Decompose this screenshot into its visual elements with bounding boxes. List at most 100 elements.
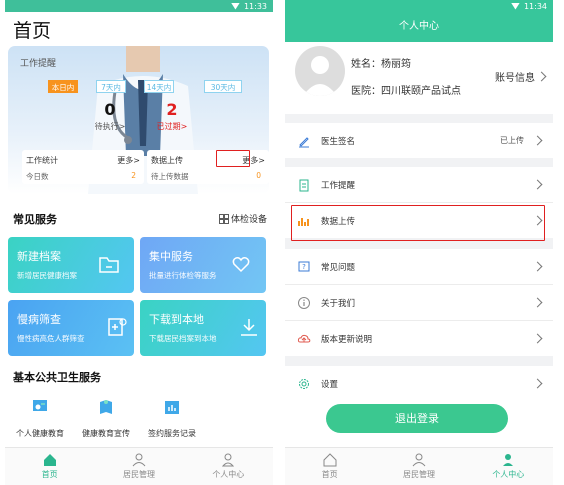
- status-time: 11:33: [243, 1, 267, 11]
- avatar-placeholder-icon: [303, 56, 337, 96]
- range-today-tab[interactable]: 本日内: [48, 80, 78, 93]
- menu-doctor-signature[interactable]: 医生签名 已上传: [285, 123, 553, 158]
- home-icon: [43, 454, 56, 466]
- new-record-tile[interactable]: 新建档案 新增居民健康档案: [8, 237, 134, 293]
- menu-label: 常见问题: [321, 262, 356, 273]
- menu-faq[interactable]: ? 常见问题: [285, 249, 553, 284]
- menu-about-us[interactable]: 关于我们: [285, 285, 553, 320]
- wifi-icon: [510, 2, 520, 10]
- clipboard-icon: [299, 179, 309, 191]
- avatar[interactable]: [295, 46, 345, 96]
- menu-label: 版本更新说明: [321, 334, 373, 345]
- account-info-label: 账号信息: [495, 73, 535, 84]
- pending-link[interactable]: 待执行>: [85, 121, 135, 132]
- home-screen: 11:33 首页 工作提醒 本日内 7天内 14天内 30天内 0 2 待执行>…: [5, 0, 273, 485]
- tile-subtitle: 新增居民健康档案: [17, 271, 77, 280]
- data-upload-value: 0: [256, 171, 261, 180]
- menu-label: 医生签名: [321, 136, 356, 147]
- public-health-title: 基本公共卫生服务: [13, 371, 101, 384]
- logout-button[interactable]: 退出登录: [326, 404, 508, 433]
- signing-record-item[interactable]: 签约服务记录: [137, 398, 207, 439]
- health-education-item[interactable]: 个人健康教育: [5, 398, 75, 439]
- chart-calendar-icon: [165, 401, 179, 414]
- status-bar: 11:33: [5, 0, 273, 12]
- chevron-right-icon: [532, 261, 543, 272]
- item-label: 个人健康教育: [16, 429, 64, 438]
- tab-profile[interactable]: 个人中心: [184, 448, 273, 485]
- tab-residents[interactable]: 居民管理: [374, 448, 463, 485]
- book-icon: [100, 400, 112, 414]
- tile-title: 慢病筛查: [17, 313, 61, 326]
- tab-home[interactable]: 首页: [285, 448, 374, 485]
- tab-label: 首页: [41, 470, 58, 479]
- range-7days-tab[interactable]: 7天内: [96, 80, 126, 93]
- tab-profile[interactable]: 个人中心: [464, 448, 553, 485]
- highlight-box: [291, 205, 545, 241]
- account-info-link[interactable]: 账号信息: [495, 69, 547, 84]
- status-bar: 11:34: [285, 0, 553, 12]
- data-upload-card: 数据上传 更多> 待上传数据 0: [147, 150, 269, 184]
- chevron-right-icon: [532, 378, 543, 389]
- download-icon: [241, 319, 257, 336]
- page-title: 首页: [13, 20, 52, 42]
- faq-icon: ?: [298, 261, 310, 271]
- svg-text:?: ?: [302, 263, 306, 271]
- menu-work-reminder[interactable]: 工作提醒: [285, 167, 553, 202]
- menu-label: 设置: [321, 379, 339, 390]
- range-14days-tab[interactable]: 14天内: [144, 80, 174, 93]
- tab-residents[interactable]: 居民管理: [94, 448, 183, 485]
- tile-title: 新建档案: [17, 250, 61, 263]
- cloud-icon: [297, 334, 311, 342]
- hospital-name: 医院：四川联颐产品试点: [351, 86, 461, 97]
- item-label: 健康教育宣传: [82, 429, 130, 438]
- work-stats-value: 2: [131, 171, 136, 180]
- chevron-right-icon: [536, 71, 547, 82]
- pending-count: 0: [104, 100, 116, 119]
- overdue-count: 2: [166, 100, 178, 119]
- tab-label: 首页: [321, 470, 338, 479]
- medical-doc-icon: [108, 318, 127, 336]
- info-icon: [298, 296, 310, 309]
- chronic-screening-tile[interactable]: 慢病筛查 慢性病高危人群筛查: [8, 300, 134, 356]
- menu-version-notes[interactable]: 版本更新说明: [285, 321, 553, 356]
- health-promotion-item[interactable]: 健康教育宣传: [71, 398, 141, 439]
- range-30days-tab[interactable]: 30天内: [204, 80, 242, 93]
- person-icon: [503, 454, 514, 466]
- heart-hands-icon: [232, 257, 250, 273]
- batch-service-tile[interactable]: 集中服务 批量进行体检等服务: [140, 237, 266, 293]
- signature-status: 已上传: [500, 136, 524, 145]
- people-icon: [412, 453, 426, 467]
- profile-screen: 11:34 个人中心 姓名：杨丽筠 医院：四川联颐产品试点 账号信息 医生签名 …: [285, 0, 553, 485]
- tab-label: 个人中心: [212, 470, 245, 479]
- home-icon: [323, 453, 337, 467]
- gear-icon: [299, 378, 309, 389]
- work-stats-card: 工作统计 更多> 今日数 2: [22, 150, 144, 184]
- chevron-right-icon: [532, 179, 543, 190]
- tab-home[interactable]: 首页: [5, 448, 94, 485]
- tile-title: 下载到本地: [149, 313, 204, 326]
- work-stats-title: 工作统计: [26, 156, 58, 165]
- common-services-title: 常见服务: [13, 213, 57, 226]
- person-icon: [222, 453, 235, 467]
- download-local-tile[interactable]: 下载到本地 下载居民档案到本地: [140, 300, 266, 356]
- data-upload-title: 数据上传: [151, 156, 183, 165]
- item-label: 签约服务记录: [148, 429, 196, 438]
- work-stats-more-link[interactable]: 更多>: [117, 155, 140, 166]
- tile-title: 集中服务: [149, 250, 193, 263]
- menu-settings[interactable]: 设置: [285, 366, 553, 401]
- reminder-label: 工作提醒: [20, 59, 57, 69]
- teacher-icon: [33, 400, 47, 411]
- tile-subtitle: 下载居民档案到本地: [149, 334, 217, 343]
- tab-label: 居民管理: [402, 470, 435, 479]
- tab-label: 个人中心: [492, 470, 525, 479]
- grid-icon: [219, 213, 229, 224]
- pen-icon: [299, 136, 309, 147]
- page-title: 个人中心: [285, 12, 553, 42]
- wifi-icon: [230, 2, 240, 10]
- profile-card: 姓名：杨丽筠 医院：四川联颐产品试点 账号信息: [285, 42, 553, 114]
- chevron-right-icon: [532, 333, 543, 344]
- device-link-label: 体检设备: [230, 215, 267, 225]
- overdue-link[interactable]: 已过期>: [147, 121, 197, 132]
- bottom-tab-bar: 首页 居民管理 个人中心: [285, 447, 553, 485]
- device-link[interactable]: 体检设备: [219, 212, 267, 225]
